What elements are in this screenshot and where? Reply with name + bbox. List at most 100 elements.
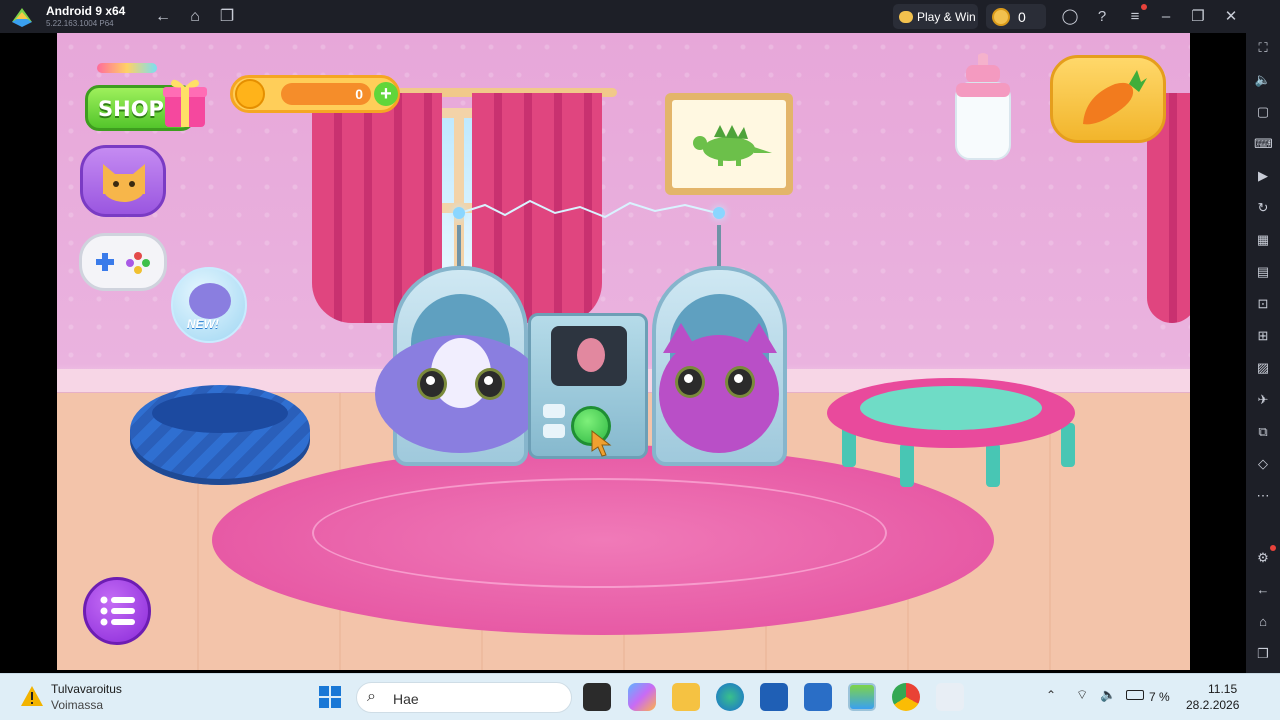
emulator-title: Android 9 x64 bbox=[46, 4, 126, 18]
task-view-icon[interactable] bbox=[583, 683, 611, 711]
search-placeholder: Hae bbox=[393, 691, 419, 707]
clock-date[interactable]: 28.2.2026 bbox=[1186, 698, 1239, 712]
trampoline-leg bbox=[1061, 423, 1075, 467]
search-icon: ⌕ bbox=[367, 688, 376, 705]
trampoline-mat bbox=[860, 386, 1042, 430]
antenna-light bbox=[713, 207, 725, 219]
rug-border bbox=[312, 478, 887, 588]
main-menu-button[interactable] bbox=[83, 577, 151, 645]
keyboard-icon[interactable]: ⌨ bbox=[1254, 135, 1273, 153]
sync-icon[interactable]: ↻ bbox=[1254, 199, 1272, 217]
media-folder-icon[interactable]: ▨ bbox=[1254, 359, 1272, 377]
hamburger-menu-icon[interactable]: ≡ bbox=[1125, 7, 1145, 27]
more-icon[interactable]: ⋯ bbox=[1254, 487, 1272, 505]
weather-alert-title[interactable]: Tulvavaroitus bbox=[51, 682, 122, 696]
airplane-icon[interactable]: ✈ bbox=[1254, 391, 1272, 409]
list-menu-icon bbox=[100, 596, 135, 626]
weather-alert-subtitle[interactable]: Voimassa bbox=[51, 698, 103, 712]
eco-mode-icon[interactable]: ◇ bbox=[1254, 455, 1272, 473]
puppy-eye bbox=[417, 368, 447, 400]
pointer-cursor-icon bbox=[591, 429, 612, 457]
edge-browser-icon[interactable] bbox=[716, 683, 744, 711]
back-arrow-icon[interactable]: ← bbox=[153, 7, 173, 27]
emulator-title-bar: Android 9 x64 5.22.163.1004 P64 ← ⌂ ❐ Pl… bbox=[0, 0, 1280, 33]
new-badge-label: NEW! bbox=[187, 317, 219, 331]
fullscreen-icon[interactable]: ⛶ bbox=[1254, 39, 1272, 57]
game-viewport[interactable]: SHOP 0 + NEW! bbox=[57, 33, 1190, 670]
play-win-button[interactable]: Play & Win bbox=[893, 4, 978, 29]
puppy-thumbnail-icon bbox=[189, 283, 231, 319]
coin-field: 0 bbox=[281, 83, 371, 105]
machine-gauge bbox=[543, 404, 565, 418]
close-icon[interactable]: ✕ bbox=[1221, 7, 1241, 27]
account-icon[interactable]: ◯ bbox=[1060, 7, 1080, 27]
coin-balance[interactable]: 0 bbox=[986, 4, 1046, 29]
carrot-icon bbox=[1083, 70, 1147, 125]
file-explorer-icon[interactable] bbox=[672, 683, 700, 711]
bluestacks-taskbar-icon[interactable] bbox=[848, 683, 876, 711]
screen-lock-icon[interactable]: ▢ bbox=[1254, 103, 1272, 121]
gift-icon bbox=[163, 79, 207, 127]
settings-notification-dot bbox=[1270, 545, 1276, 551]
taskbar-search[interactable]: ⌕ Hae bbox=[356, 682, 572, 713]
antenna bbox=[717, 225, 721, 271]
bluestacks-logo-icon bbox=[12, 8, 32, 27]
kitten-eye bbox=[675, 366, 705, 398]
recent-apps-icon[interactable]: ❐ bbox=[217, 7, 237, 27]
clock-time[interactable]: 11.15 bbox=[1208, 682, 1237, 696]
android-back-icon[interactable]: ← bbox=[1254, 581, 1272, 599]
screenshot-icon[interactable]: ⊡ bbox=[1254, 295, 1272, 313]
macro-icon[interactable]: ▶ bbox=[1254, 167, 1272, 185]
play-win-label: Play & Win bbox=[917, 9, 976, 24]
basket-inside bbox=[152, 393, 288, 433]
cat-face-icon bbox=[103, 164, 145, 202]
antenna bbox=[457, 225, 461, 271]
resize-icon[interactable]: ⊞ bbox=[1254, 327, 1272, 345]
restore-icon[interactable]: ❐ bbox=[1188, 7, 1208, 27]
microsoft-store-icon[interactable] bbox=[760, 683, 788, 711]
mini-games-button[interactable] bbox=[79, 233, 167, 291]
copilot-icon[interactable] bbox=[628, 683, 656, 711]
pets-button[interactable] bbox=[80, 145, 166, 217]
chrome-icon[interactable] bbox=[892, 683, 920, 711]
add-coins-button[interactable]: + bbox=[374, 82, 398, 106]
dinosaur-painting bbox=[665, 93, 793, 195]
help-icon[interactable]: ? bbox=[1092, 7, 1112, 27]
electric-arc bbox=[459, 199, 718, 219]
trampoline-leg bbox=[900, 443, 914, 487]
food-button[interactable] bbox=[1050, 55, 1166, 143]
antenna-light bbox=[453, 207, 465, 219]
new-pet-badge[interactable]: NEW! bbox=[171, 267, 247, 343]
android-recents-icon[interactable]: ❐ bbox=[1254, 645, 1272, 663]
performance-icon[interactable]: ▦ bbox=[1254, 231, 1272, 249]
rainbow-icon bbox=[97, 63, 157, 73]
outlook-icon[interactable] bbox=[804, 683, 832, 711]
game-coin-value: 0 bbox=[355, 86, 363, 102]
settings-icon[interactable]: ⚙ bbox=[1254, 549, 1272, 567]
windows-start-icon[interactable] bbox=[318, 685, 342, 709]
hatching-machine bbox=[528, 313, 648, 459]
kitten-ear bbox=[741, 323, 777, 353]
emulator-side-toolbar: ⛶ 🔈 ▢ ⌨ ▶ ↻ ▦ ▤ ⊡ ⊞ ▨ ✈ ⧉ ◇ ⋯ ⚙ ← ⌂ ❐ bbox=[1246, 33, 1280, 673]
kitten-ear bbox=[663, 323, 699, 353]
coin-balance-value: 0 bbox=[1018, 8, 1026, 25]
multi-instance-icon[interactable]: ⧉ bbox=[1254, 423, 1272, 441]
volume-icon[interactable]: 🔈 bbox=[1254, 71, 1272, 89]
wifi-icon[interactable]: ⌔ bbox=[1076, 687, 1088, 703]
paw-coin-icon bbox=[235, 79, 265, 109]
speaker-icon[interactable]: 🔈 bbox=[1100, 687, 1116, 703]
milk-bottle[interactable] bbox=[950, 53, 1016, 163]
minimize-icon[interactable]: – bbox=[1156, 7, 1176, 27]
egg-icon bbox=[577, 338, 605, 372]
battery-icon[interactable] bbox=[1126, 690, 1144, 700]
apk-icon[interactable]: ▤ bbox=[1254, 263, 1272, 281]
android-home-icon[interactable]: ⌂ bbox=[1254, 613, 1272, 631]
dinosaur-icon bbox=[693, 125, 772, 166]
warning-icon[interactable] bbox=[20, 685, 44, 707]
tray-chevron-icon[interactable]: ⌃ bbox=[1046, 688, 1056, 702]
snipping-tool-icon[interactable] bbox=[936, 683, 964, 711]
machine-gauge bbox=[543, 424, 565, 438]
notification-dot bbox=[1141, 4, 1147, 10]
home-icon[interactable]: ⌂ bbox=[185, 7, 205, 27]
gamepad-icon bbox=[96, 252, 150, 274]
